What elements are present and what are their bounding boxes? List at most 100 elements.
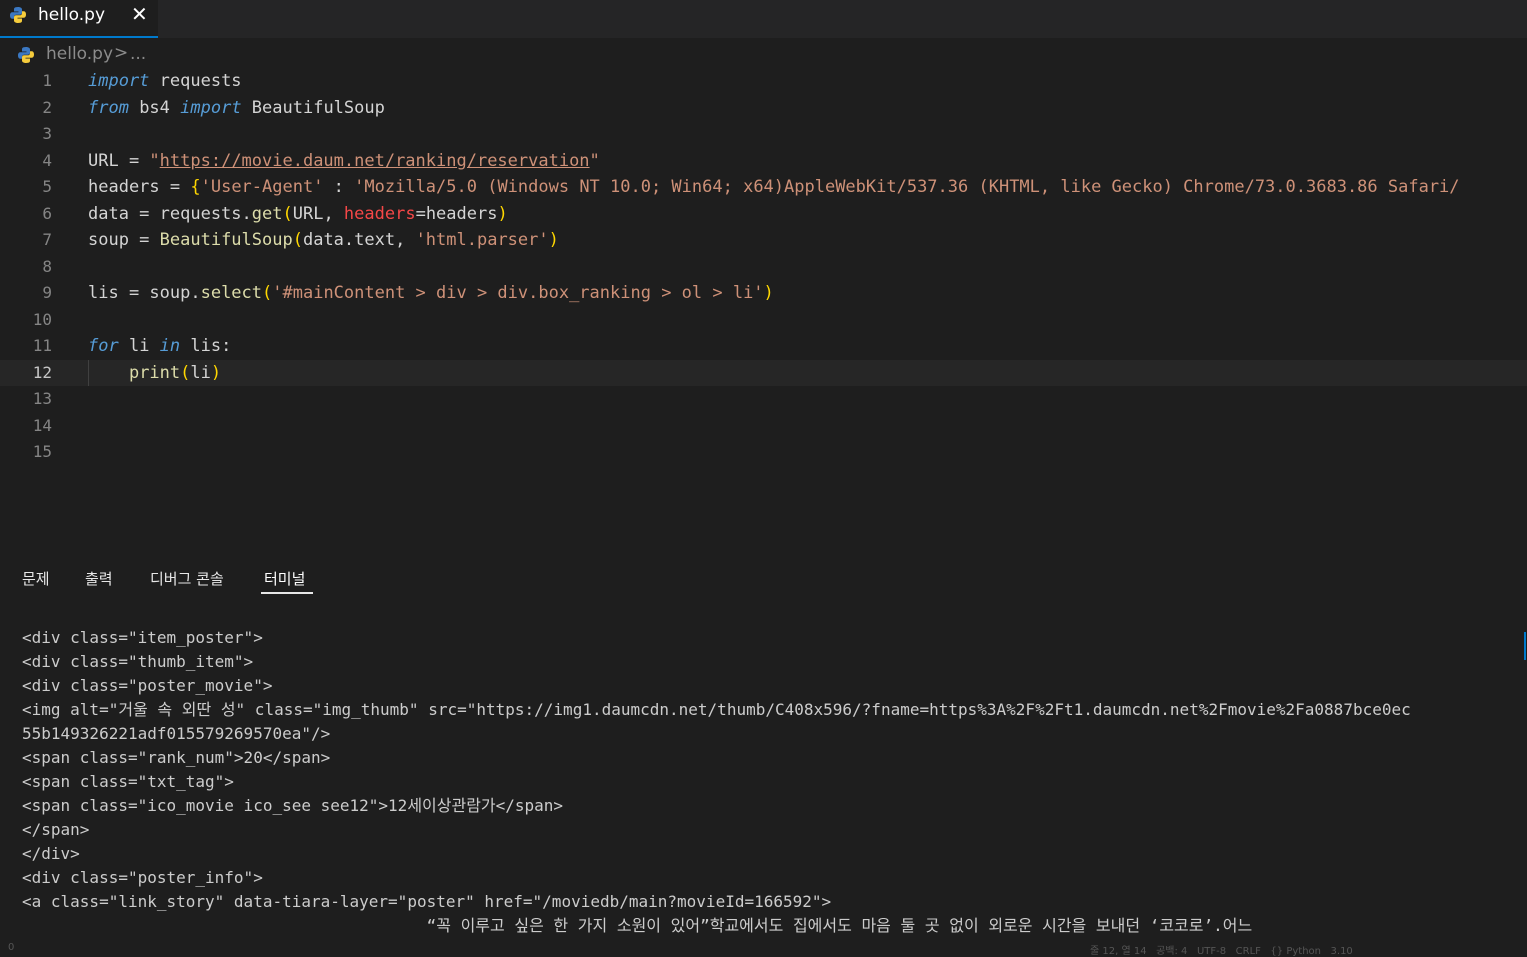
breadcrumb: hello.py > ...: [0, 40, 1527, 68]
token-op: [88, 363, 129, 383]
token-kw: import: [88, 71, 150, 91]
code-text: from bs4 import BeautifulSoup: [88, 95, 385, 122]
code-text: headers = {'User-Agent' : 'Mozilla/5.0 (…: [88, 174, 1460, 201]
python-icon: [18, 47, 34, 63]
token-br1: (: [180, 362, 191, 383]
token-str: '#mainContent > div > div.box_ranking > …: [272, 283, 764, 303]
line-number: 5: [42, 177, 52, 196]
token-str: ": [149, 150, 160, 171]
token-op: URL =: [88, 150, 150, 171]
code-line[interactable]: 7 soup = BeautifulSoup(data.text, 'html.p…: [0, 227, 1527, 254]
line-number: 13: [32, 389, 52, 408]
editor-tab-bar: hello.py ✕: [0, 0, 1527, 38]
line-number: 9: [42, 283, 52, 302]
token-op: =headers: [415, 203, 498, 224]
active-tab-indicator: [261, 592, 313, 594]
token-br1: {: [190, 177, 201, 197]
token-fn: print: [128, 362, 181, 383]
terminal-line: <div class="item_poster">: [22, 628, 263, 647]
line-number: 6: [42, 203, 52, 223]
token-op: lis = soup.: [88, 283, 201, 303]
line-number: 3: [42, 124, 52, 143]
token-kw: import: [180, 97, 242, 118]
line-number: 11: [32, 336, 52, 355]
terminal-line: 55b149326221adf015579269570ea"/>: [22, 724, 331, 743]
code-text: for li in lis:: [88, 333, 231, 360]
token-op: soup =: [88, 230, 160, 250]
token-br1: (: [282, 203, 293, 224]
breadcrumb-more[interactable]: ...: [130, 44, 146, 64]
code-line[interactable]: 2 from bs4 import BeautifulSoup: [0, 95, 1527, 122]
code-line[interactable]: 8: [0, 254, 1527, 281]
code-text: import requests: [88, 68, 242, 95]
token-br1: ): [763, 283, 774, 303]
code-line[interactable]: 12 print(li): [0, 359, 1527, 386]
token-url: https://movie.daum.net/ranking/reservati…: [159, 150, 590, 171]
code-text: lis = soup.select('#mainContent > div > …: [88, 280, 774, 307]
line-number: 4: [42, 150, 52, 170]
code-line[interactable]: 14: [0, 413, 1527, 440]
code-line[interactable]: 6 data = requests.get(URL, headers=header…: [0, 201, 1527, 228]
token-br1: ): [210, 362, 222, 383]
token-op: BeautifulSoup: [241, 97, 385, 118]
panel-tab-1[interactable]: 출력: [85, 568, 113, 589]
token-str: 'User-Agent': [200, 177, 324, 197]
code-line[interactable]: 11 for li in lis:: [0, 333, 1527, 360]
token-str: 'Mozilla/5.0 (Windows NT 10.0; Win64; x6…: [354, 177, 1460, 197]
token-fn: get: [251, 203, 283, 224]
token-param: headers: [343, 203, 416, 224]
token-op: requests: [149, 71, 242, 91]
terminal-line: <div class="poster_info">: [22, 868, 263, 887]
code-line[interactable]: 4 URL = "https://movie.daum.net/ranking/r…: [0, 148, 1527, 175]
token-op: lis:: [180, 336, 232, 356]
code-text: data = requests.get(URL, headers=headers…: [88, 201, 508, 228]
code-line[interactable]: 9 lis = soup.select('#mainContent > div >…: [0, 280, 1527, 307]
breadcrumb-file[interactable]: hello.py: [46, 44, 113, 64]
terminal-line: <img alt="거울 속 외딴 성" class="img_thumb" s…: [22, 700, 1411, 719]
token-br1: (: [262, 283, 273, 303]
token-fn: select: [200, 283, 263, 303]
code-line[interactable]: 5 headers = {'User-Agent' : 'Mozilla/5.0 …: [0, 174, 1527, 201]
token-kw: from: [88, 97, 129, 118]
token-op: URL,: [292, 203, 344, 224]
code-line[interactable]: 10: [0, 307, 1527, 334]
code-line[interactable]: 15: [0, 439, 1527, 466]
code-line[interactable]: 13: [0, 386, 1527, 413]
line-number: 15: [32, 442, 52, 461]
line-number: 7: [42, 230, 52, 249]
indent-guide: [88, 359, 89, 386]
token-kw: for: [88, 336, 119, 356]
panel-tab-2[interactable]: 디버그 콘솔: [150, 568, 224, 589]
tab-label: hello.py: [38, 5, 106, 25]
token-op: li: [190, 362, 211, 383]
status-right: 줄 12, 열 14 공백: 4 UTF-8 CRLF {} Python 3.…: [1090, 946, 1353, 957]
terminal-line: </span>: [22, 820, 90, 839]
panel-tab-3[interactable]: 터미널: [264, 568, 305, 589]
token-str: ": [589, 150, 600, 171]
terminal-output[interactable]: <div class="item_poster"> <div class="thu…: [22, 626, 1522, 938]
code-editor[interactable]: 1 import requests 2 from bs4 import Beautif…: [0, 68, 1527, 468]
code-line[interactable]: 1 import requests: [0, 68, 1527, 95]
status-left: 0: [8, 942, 15, 953]
code-text: URL = "https://movie.daum.net/ranking/re…: [88, 148, 600, 175]
code-line[interactable]: 3: [0, 121, 1527, 148]
terminal-line: <a class="link_story" data-tiara-layer="…: [22, 892, 832, 911]
line-number: 12: [32, 362, 52, 382]
panel-tab-0[interactable]: 문제: [22, 568, 50, 589]
line-number: 14: [32, 415, 52, 435]
token-op: headers =: [88, 177, 191, 197]
token-br1: ): [497, 203, 508, 224]
scroll-position-marker: [1524, 632, 1526, 660]
panel-tab-bar: 문제 출력 디버그 콘솔 터미널: [0, 560, 1527, 598]
line-number: 2: [42, 97, 52, 117]
terminal-line: </div>: [22, 844, 80, 863]
terminal-line: <span class="rank_num">20</span>: [22, 748, 331, 767]
token-op: bs4: [128, 97, 181, 118]
close-icon[interactable]: ✕: [131, 2, 148, 26]
terminal-line: <div class="thumb_item">: [22, 652, 254, 671]
terminal-line: <div class="poster_movie">: [22, 676, 273, 695]
chevron-right-icon: >: [114, 43, 129, 63]
tab-hello-py[interactable]: hello.py ✕: [0, 0, 158, 38]
python-icon: [10, 7, 26, 23]
terminal-line: <span class="txt_tag">: [22, 772, 234, 791]
